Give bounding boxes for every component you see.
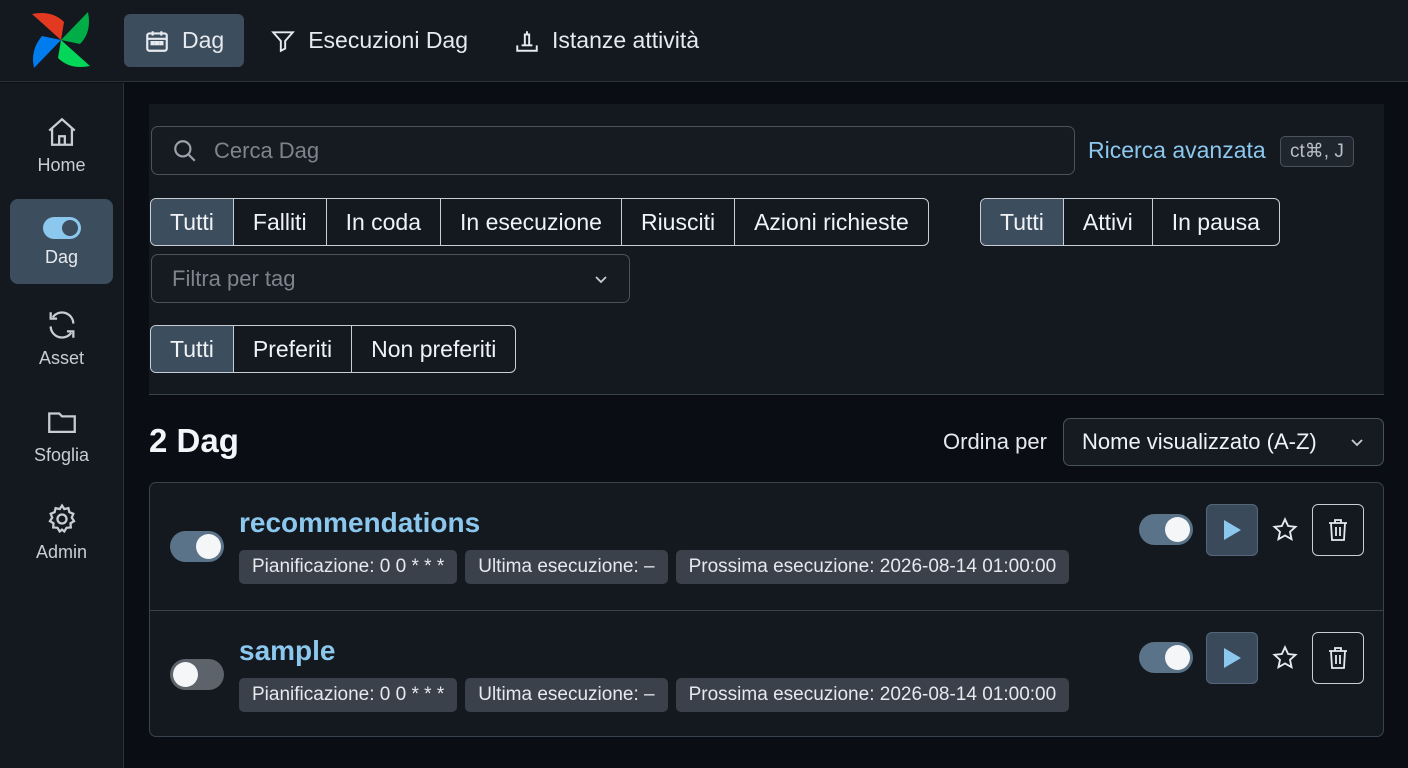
sort-select[interactable]: Nome visualizzato (A-Z) (1063, 418, 1384, 466)
shortcut-badge: ct⌘, J (1280, 136, 1354, 167)
sidebar-item-dag[interactable]: Dag (10, 199, 113, 284)
filter-panel: Ricerca avanzata ct⌘, J Tutti Falliti In… (149, 104, 1384, 395)
trigger-button[interactable] (1206, 504, 1258, 556)
sidebar-item-label: Dag (44, 247, 79, 267)
tag-filter-select[interactable]: Filtra per tag (151, 254, 630, 303)
table-row: recommendations Pianificazione: 0 0 * * … (150, 483, 1383, 610)
airflow-logo-icon[interactable] (30, 10, 92, 70)
dag-pause-toggle[interactable] (1139, 514, 1193, 545)
chevron-down-icon (595, 275, 607, 283)
folder-icon (47, 412, 76, 434)
search-input[interactable] (214, 137, 1034, 164)
nav-dag-label: Dag (182, 27, 225, 53)
sidebar-item-label: Sfoglia (33, 445, 90, 465)
trash-icon (1329, 647, 1347, 669)
gear-icon (47, 503, 76, 534)
task-instance-icon (516, 30, 538, 52)
delete-button[interactable] (1312, 632, 1364, 684)
non-favorites-button[interactable]: Non preferiti (351, 326, 515, 372)
sidebar-item-label: Asset (38, 348, 85, 368)
state-all-button[interactable]: Tutti (981, 199, 1063, 245)
trash-icon (1329, 519, 1347, 541)
status-all-button[interactable]: Tutti (151, 199, 233, 245)
last-run-badge: Ultima esecuzione: – (465, 678, 668, 712)
favorites-filter: Tutti Preferiti Non preferiti (150, 325, 517, 373)
play-icon (1224, 520, 1241, 540)
sidebar: Home Dag Asset Sfoglia Admin (0, 83, 124, 768)
state-filter: Tutti Attivi In pausa (980, 198, 1280, 246)
sidebar-item-home[interactable]: Home (10, 103, 113, 188)
advanced-search-link[interactable]: Ricerca avanzata (1088, 137, 1266, 164)
filter-icon (271, 30, 296, 52)
nav-dag[interactable]: Dag (124, 14, 245, 67)
sidebar-item-label: Admin (35, 542, 88, 562)
top-nav: Dag Esecuzioni Dag Istanze attività (124, 14, 725, 67)
table-row: sample Pianificazione: 0 0 * * * Ultima … (150, 610, 1383, 736)
toggle-icon (42, 217, 81, 239)
dag-enable-toggle[interactable] (170, 531, 224, 562)
status-running-button[interactable]: In esecuzione (440, 199, 621, 245)
sort-value: Nome visualizzato (A-Z) (1082, 429, 1317, 454)
schedule-badge: Pianificazione: 0 0 * * * (239, 678, 458, 712)
chevron-down-icon (1351, 439, 1363, 447)
nav-task-instances-label: Istanze attività (552, 27, 700, 53)
sidebar-item-admin[interactable]: Admin (10, 490, 113, 575)
top-bar: Dag Esecuzioni Dag Istanze attività (0, 0, 1408, 82)
status-success-button[interactable]: Riusciti (620, 199, 734, 245)
next-run-badge: Prossima esecuzione: 2026-08-14 01:00:00 (675, 678, 1070, 712)
dag-pause-toggle[interactable] (1139, 642, 1193, 673)
favorites-only-button[interactable]: Preferiti (232, 326, 351, 372)
sort-label: Ordina per (943, 429, 1047, 454)
status-filter: Tutti Falliti In coda In esecuzione Rius… (150, 198, 929, 246)
dag-list: recommendations Pianificazione: 0 0 * * … (149, 482, 1384, 737)
delete-button[interactable] (1312, 504, 1364, 556)
search-box (151, 126, 1075, 175)
state-paused-button[interactable]: In pausa (1151, 199, 1279, 245)
favorites-all-button[interactable]: Tutti (151, 326, 233, 372)
calendar-icon (146, 30, 168, 52)
dag-name-link[interactable]: recommendations (239, 507, 480, 539)
state-active-button[interactable]: Attivi (1062, 199, 1152, 245)
status-failed-button[interactable]: Falliti (232, 199, 326, 245)
tag-filter-placeholder: Filtra per tag (172, 265, 296, 291)
sidebar-item-label: Home (37, 155, 86, 175)
next-run-badge: Prossima esecuzione: 2026-08-14 01:00:00 (675, 550, 1070, 584)
schedule-badge: Pianificazione: 0 0 * * * (239, 550, 458, 584)
nav-task-instances[interactable]: Istanze attività (494, 14, 719, 67)
refresh-icon (49, 311, 74, 339)
status-action-required-button[interactable]: Azioni richieste (734, 199, 928, 245)
dag-name-link[interactable]: sample (239, 635, 336, 667)
star-icon[interactable] (1271, 516, 1299, 544)
dag-info-pills: Pianificazione: 0 0 * * * Ultima esecuzi… (239, 678, 1077, 712)
status-queued-button[interactable]: In coda (325, 199, 440, 245)
trigger-button[interactable] (1206, 632, 1258, 684)
nav-dag-runs[interactable]: Esecuzioni Dag (250, 14, 488, 67)
star-icon[interactable] (1271, 644, 1299, 672)
search-icon (174, 139, 196, 162)
last-run-badge: Ultima esecuzione: – (465, 550, 668, 584)
sidebar-item-asset[interactable]: Asset (10, 296, 113, 381)
dag-info-pills: Pianificazione: 0 0 * * * Ultima esecuzi… (239, 550, 1077, 584)
dag-count: 2 Dag (149, 422, 239, 459)
home-icon (47, 117, 76, 146)
sidebar-item-browse[interactable]: Sfoglia (10, 393, 113, 478)
nav-dag-runs-label: Esecuzioni Dag (308, 27, 469, 53)
play-icon (1224, 648, 1241, 668)
dag-enable-toggle[interactable] (170, 659, 224, 690)
